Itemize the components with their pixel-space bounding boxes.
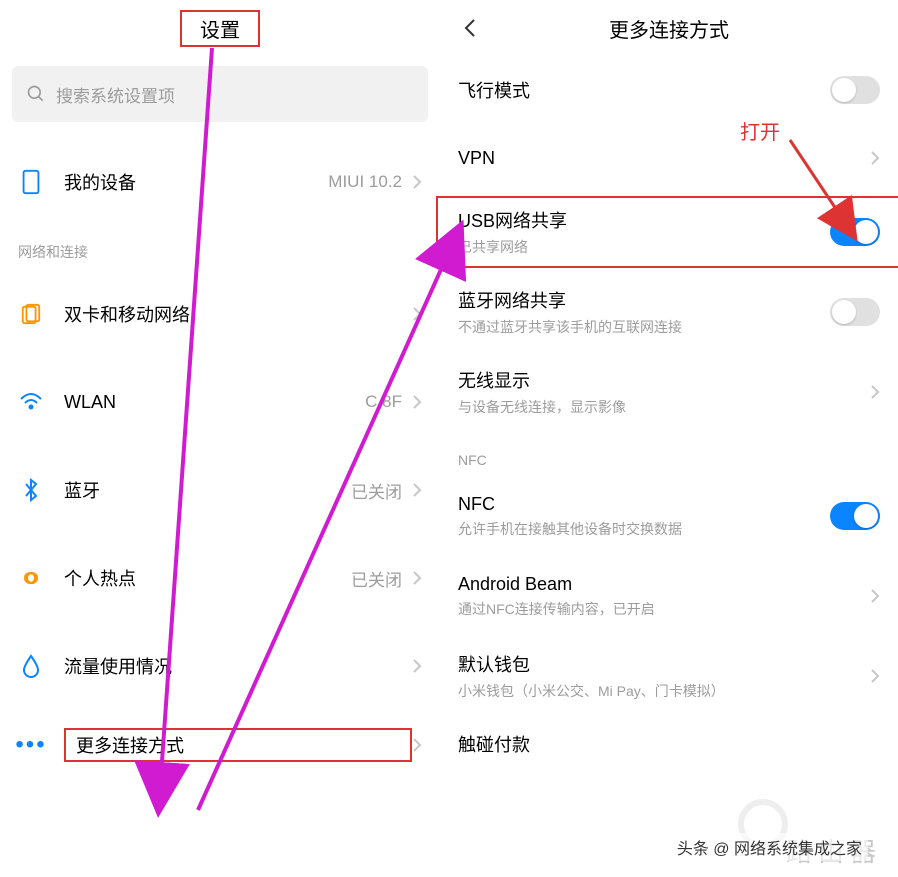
chevron-right-icon xyxy=(412,174,422,190)
row-android-beam[interactable]: Android Beam 通过NFC连接传输内容，已开启 xyxy=(440,556,898,636)
row-label: 个人热点 xyxy=(64,565,351,591)
sim-icon xyxy=(18,301,44,327)
bluetooth-icon xyxy=(18,477,44,503)
section-nfc: NFC xyxy=(440,432,898,476)
more-icon: ••• xyxy=(18,732,44,758)
row-label: VPN xyxy=(458,148,870,169)
row-bt-tether[interactable]: 蓝牙网络共享 不通过蓝牙共享该手机的互联网连接 xyxy=(440,272,898,352)
row-label: Android Beam xyxy=(458,574,870,595)
row-value: 已关闭 xyxy=(351,566,402,591)
section-network: 网络和连接 xyxy=(0,226,440,270)
row-wlan[interactable]: WLAN C 8F xyxy=(0,358,440,446)
chevron-right-icon xyxy=(412,394,422,410)
chevron-right-icon xyxy=(412,570,422,586)
row-nfc[interactable]: NFC 允许手机在接触其他设备时交换数据 xyxy=(440,476,898,556)
row-usb-tether[interactable]: USB网络共享 已共享网络 xyxy=(440,192,898,272)
row-label: 飞行模式 xyxy=(458,77,830,103)
chevron-right-icon xyxy=(870,588,880,604)
chevron-right-icon xyxy=(870,150,880,166)
phone-icon xyxy=(18,169,44,195)
row-touch-pay[interactable]: 触碰付款 xyxy=(440,716,898,772)
credit-text: 头条 @ 网络系统集成之家 xyxy=(671,833,868,861)
bt-tether-toggle[interactable] xyxy=(830,298,880,326)
row-label: 我的设备 xyxy=(64,169,328,195)
row-more-connections[interactable]: ••• 更多连接方式 xyxy=(0,710,440,780)
chevron-right-icon xyxy=(412,737,422,753)
row-airplane[interactable]: 飞行模式 xyxy=(440,56,898,124)
page-title: 设置 xyxy=(180,10,260,47)
link-icon xyxy=(18,565,44,591)
chevron-right-icon xyxy=(412,658,422,674)
annotation-open-label: 打开 xyxy=(740,116,780,145)
row-sublabel: 小米钱包（小米公交、Mi Pay、门卡模拟） xyxy=(458,681,870,701)
row-label: NFC xyxy=(458,494,830,515)
page-title: 更多连接方式 xyxy=(609,14,729,43)
row-sublabel: 不通过蓝牙共享该手机的互联网连接 xyxy=(458,317,830,337)
row-data-usage[interactable]: 流量使用情况 xyxy=(0,622,440,710)
settings-header: 设置 xyxy=(0,0,440,56)
search-placeholder: 搜索系统设置项 xyxy=(56,82,175,107)
row-hotspot[interactable]: 个人热点 已关闭 xyxy=(0,534,440,622)
row-value: 已关闭 xyxy=(351,478,402,503)
row-sublabel: 与设备无线连接，显示影像 xyxy=(458,397,870,417)
search-input[interactable]: 搜索系统设置项 xyxy=(12,66,428,122)
row-my-device[interactable]: 我的设备 MIUI 10.2 xyxy=(0,138,440,226)
usb-tether-toggle[interactable] xyxy=(830,218,880,246)
search-icon xyxy=(26,84,46,104)
row-label: 流量使用情况 xyxy=(64,653,412,679)
row-label: 双卡和移动网络 xyxy=(64,301,412,327)
row-default-wallet[interactable]: 默认钱包 小米钱包（小米公交、Mi Pay、门卡模拟） xyxy=(440,636,898,716)
row-sublabel: 已共享网络 xyxy=(458,237,830,257)
row-sublabel: 允许手机在接触其他设备时交换数据 xyxy=(458,519,830,539)
chevron-left-icon xyxy=(464,18,476,38)
chevron-right-icon xyxy=(870,384,880,400)
row-value: C 8F xyxy=(365,392,402,412)
row-bluetooth[interactable]: 蓝牙 已关闭 xyxy=(0,446,440,534)
more-connections-header: 更多连接方式 xyxy=(440,0,898,56)
row-sublabel: 通过NFC连接传输内容，已开启 xyxy=(458,599,870,619)
row-label: 无线显示 xyxy=(458,367,870,393)
row-vpn[interactable]: VPN xyxy=(440,124,898,192)
chevron-right-icon xyxy=(412,306,422,322)
row-label: 默认钱包 xyxy=(458,651,870,677)
wifi-icon xyxy=(18,389,44,415)
chevron-right-icon xyxy=(412,482,422,498)
row-wireless-display[interactable]: 无线显示 与设备无线连接，显示影像 xyxy=(440,352,898,432)
row-label: 蓝牙网络共享 xyxy=(458,287,830,313)
row-label: 触碰付款 xyxy=(458,731,880,757)
row-label: 蓝牙 xyxy=(64,477,351,503)
nfc-toggle[interactable] xyxy=(830,502,880,530)
row-sim[interactable]: 双卡和移动网络 xyxy=(0,270,440,358)
droplet-icon xyxy=(18,653,44,679)
row-label: WLAN xyxy=(64,392,365,413)
back-button[interactable] xyxy=(454,12,486,44)
row-label: USB网络共享 xyxy=(458,207,830,233)
airplane-toggle[interactable] xyxy=(830,76,880,104)
chevron-right-icon xyxy=(870,668,880,684)
row-label: 更多连接方式 xyxy=(64,728,412,762)
row-value: MIUI 10.2 xyxy=(328,172,402,192)
